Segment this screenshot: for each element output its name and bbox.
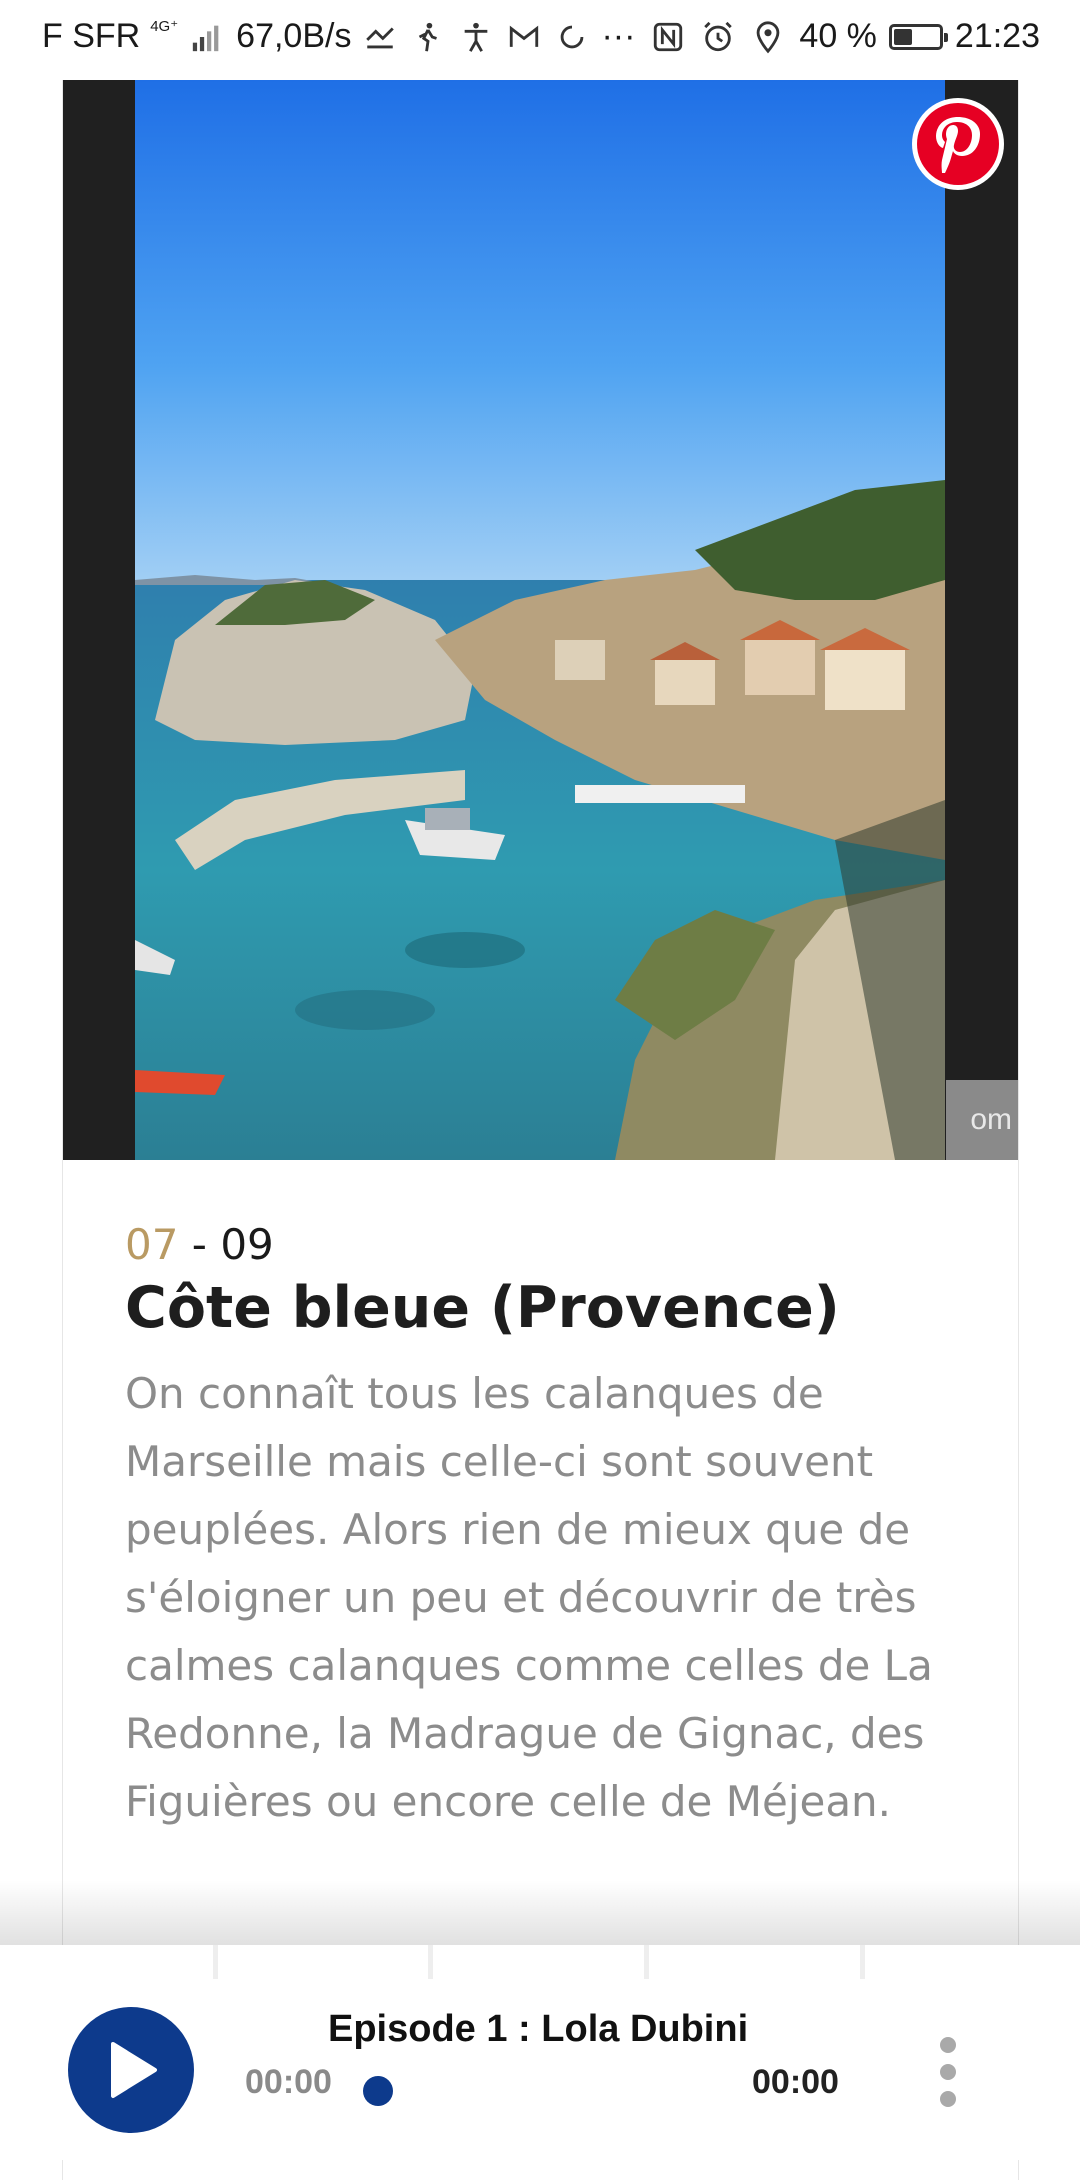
pinterest-icon (917, 103, 999, 185)
signal-icon (188, 18, 226, 56)
pinterest-button[interactable] (912, 98, 1004, 190)
slide-title: Côte bleue (Provence) (125, 1275, 840, 1341)
network-speed: 67,0B/s (236, 17, 352, 55)
tab-divider (213, 1945, 218, 1979)
slide-total: 09 (220, 1220, 274, 1269)
more-notifications: ··· (601, 17, 636, 55)
total-time: 00:00 (752, 2063, 839, 2101)
accessibility-icon (457, 18, 495, 56)
battery-percent: 40 % (799, 17, 877, 55)
slide-current: 07 (125, 1220, 179, 1269)
audio-player: Episode 1 : Lola Dubini 00:00 00:00 (0, 1945, 1080, 2160)
player-shadow (0, 1880, 1080, 1950)
player-tab-dividers (0, 1945, 1080, 1979)
battery-icon (888, 23, 948, 50)
slide-counter: 07 - 09 (125, 1220, 274, 1269)
carrier-label: F SFR (42, 17, 141, 55)
play-button[interactable] (68, 2007, 194, 2133)
status-bar: F SFR 4G⁺ 67,0B/s ··· 40 % 21:23 (0, 0, 1080, 76)
slide-separator: - (178, 1220, 221, 1269)
status-left: F SFR 4G⁺ 67,0B/s ··· (42, 17, 635, 56)
location-icon (749, 18, 787, 56)
progress-knob[interactable] (363, 2076, 393, 2106)
battery-level (893, 28, 912, 45)
do-not-disturb-icon (361, 18, 399, 56)
status-right: 40 % 21:23 (649, 17, 1040, 56)
clock: 21:23 (954, 17, 1040, 55)
gmail-icon (505, 18, 543, 56)
image-credit: om (946, 1080, 1018, 1160)
tab-divider (644, 1945, 649, 1979)
nfc-icon (649, 18, 687, 56)
elapsed-time: 00:00 (245, 2063, 332, 2101)
network-type: 4G⁺ (150, 17, 179, 35)
tab-divider (860, 1945, 865, 1979)
tab-divider (428, 1945, 433, 1979)
slide-card: om 07 - 09 Côte bleue (Provence) On conn… (62, 80, 1019, 2180)
sync-icon (553, 18, 591, 56)
walking-icon (409, 18, 447, 56)
alarm-icon (699, 18, 737, 56)
calanque-photo (135, 80, 945, 1160)
slide-description: On connaît tous les calanques de Marseil… (125, 1369, 933, 1826)
more-vertical-icon[interactable] (930, 2037, 966, 2107)
episode-title: Episode 1 : Lola Dubini (328, 2008, 749, 2050)
play-icon (111, 2042, 157, 2098)
progress-track[interactable] (360, 2076, 720, 2110)
slide-media: om (63, 80, 1018, 1160)
